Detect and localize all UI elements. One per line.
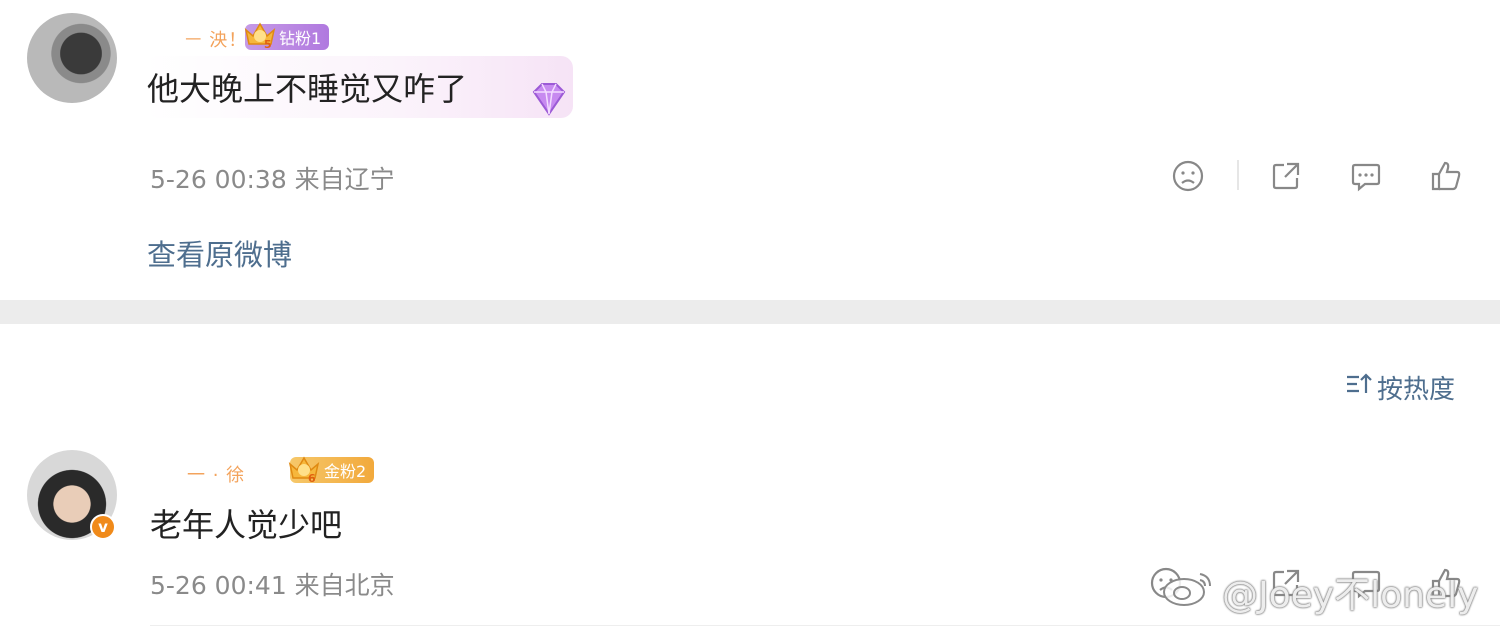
sort-by-hot-button[interactable]: 按热度 bbox=[1345, 369, 1455, 406]
fan-badge-label: 金粉2 bbox=[324, 462, 367, 481]
verified-badge: v bbox=[90, 514, 116, 540]
like-icon[interactable] bbox=[1426, 156, 1466, 196]
fan-level: 6 bbox=[308, 472, 316, 484]
username[interactable]: ㅡ 泱！ bbox=[185, 26, 247, 52]
comment-text: 他大晚上不睡觉又咋了 bbox=[147, 70, 468, 108]
sort-label: 按热度 bbox=[1377, 375, 1456, 405]
username[interactable]: 一 · 徐 bbox=[187, 461, 245, 487]
comment-meta: 5-26 00:38 来自辽宁 bbox=[150, 165, 395, 194]
comment-text: 老年人觉少吧 bbox=[150, 506, 343, 544]
diamond-icon bbox=[526, 82, 572, 122]
watermark: @Joey不lonely bbox=[1222, 575, 1479, 616]
comment-meta: 5-26 00:41 来自北京 bbox=[150, 571, 395, 600]
dislike-face-icon[interactable] bbox=[1168, 156, 1208, 196]
crown-icon: 6 bbox=[287, 452, 321, 484]
view-original-link[interactable]: 查看原微博 bbox=[147, 232, 292, 274]
weibo-logo-icon bbox=[1160, 568, 1216, 612]
divider bbox=[1237, 160, 1239, 190]
crown-icon: 5 bbox=[243, 18, 277, 50]
avatar[interactable] bbox=[27, 13, 117, 103]
share-icon[interactable] bbox=[1266, 156, 1306, 196]
sort-icon bbox=[1345, 371, 1373, 404]
comment-icon[interactable] bbox=[1346, 156, 1386, 196]
fan-badge-label: 钻粉1 bbox=[279, 29, 322, 48]
fan-level: 5 bbox=[264, 38, 272, 50]
section-divider bbox=[0, 300, 1500, 324]
